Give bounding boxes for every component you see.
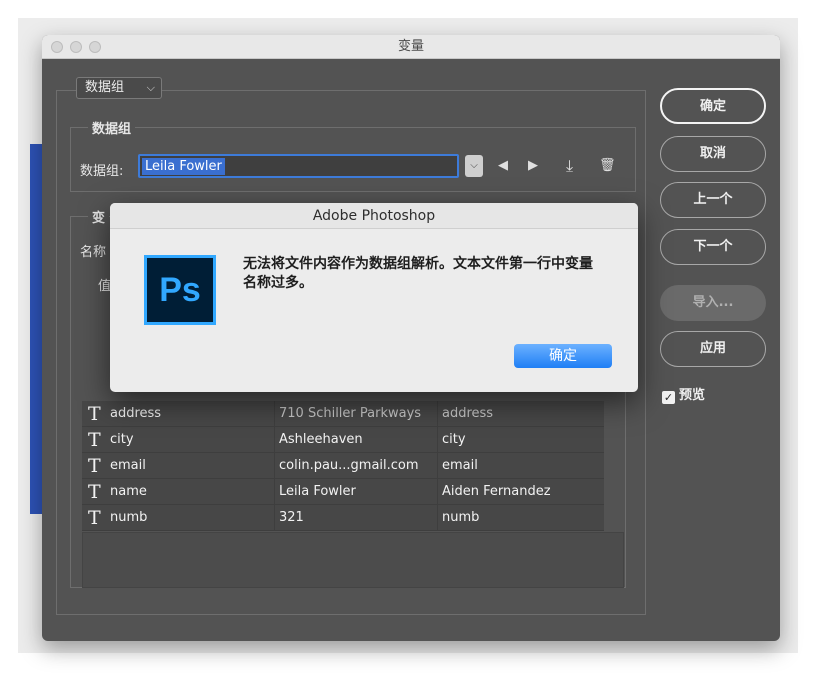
text-variable-icon: T [88,507,101,529]
mode-dropdown[interactable]: 数据组 ⌵ [76,77,162,99]
cancel-button[interactable]: 取消 [660,136,766,172]
dataset-name-selected-text: Leila Fowler [142,158,225,175]
row-value: Leila Fowler [274,479,437,505]
row-variable-name: name [110,484,147,499]
row-value: 321 [274,505,437,531]
dataset-combo-arrow-button[interactable]: ⌵ [465,155,483,177]
checkmark-icon: ✓ [662,391,675,404]
table-empty-area [82,532,624,588]
alert-ok-button[interactable]: 确定 [514,344,612,368]
apply-button[interactable]: 应用 [660,331,766,367]
text-variable-icon: T [88,455,101,477]
preview-checkbox[interactable]: ✓ 预览 [662,384,705,404]
preview-label: 预览 [679,388,706,403]
import-dataset-icon[interactable]: ⤓ [566,157,573,175]
photoshop-logo-icon: Ps [144,255,216,325]
variable-name-label: 名称 [80,245,107,260]
row-alt-value: numb [437,505,604,531]
mode-dropdown-value: 数据组 [85,80,125,95]
row-variable-name: numb [110,510,148,525]
prev-button[interactable]: 上一个 [660,182,766,218]
alert-title: Adobe Photoshop [110,203,638,229]
table-row[interactable]: T address 710 Schiller Parkways address [82,401,604,427]
text-variable-icon: T [88,481,101,503]
chevron-down-icon: ⌵ [146,81,155,94]
title-bar: 变量 [42,35,780,59]
alert-message: 无法将文件内容作为数据组解析。文本文件第一行中变量名称过多。 [243,256,593,291]
row-value: 710 Schiller Parkways [274,401,437,427]
dataset-field-label: 数据组: [80,164,124,179]
prev-dataset-icon[interactable]: ◀ [498,157,508,175]
text-variable-icon: T [88,403,101,425]
row-alt-value: email [437,453,604,479]
next-button[interactable]: 下一个 [660,229,766,265]
ok-button[interactable]: 确定 [660,88,766,124]
row-alt-value: Aiden Fernandez [437,479,604,505]
desktop: 变量 数据组 ⌵ 数据组 数据组: Leila Fowler ⌵ ◀ ▶ ⤓ 🗑… [0,0,816,674]
variables-group-legend: 变 [88,207,110,226]
alert-dialog: Adobe Photoshop Ps 无法将文件内容作为数据组解析。文本文件第一… [110,203,638,392]
row-alt-value: address [437,401,604,427]
row-variable-name: city [110,432,134,447]
text-variable-icon: T [88,429,101,451]
chevron-down-icon: ⌵ [470,160,478,171]
table-row[interactable]: T city Ashleehaven city [82,427,604,453]
dataset-name-input[interactable]: Leila Fowler [138,154,459,178]
row-variable-name: email [110,458,146,473]
row-alt-value: city [437,427,604,453]
row-value: Ashleehaven [274,427,437,453]
row-value: colin.pau...gmail.com [274,453,437,479]
window-title: 变量 [397,39,424,54]
table-row[interactable]: T email colin.pau...gmail.com email [82,453,604,479]
import-button[interactable]: 导入... [660,285,766,321]
next-dataset-icon[interactable]: ▶ [528,157,538,175]
photoshop-logo-text: Ps [159,271,201,309]
dataset-group-legend: 数据组 [88,118,136,137]
row-variable-name: address [110,406,162,421]
table-row[interactable]: T name Leila Fowler Aiden Fernandez [82,479,604,505]
background-blue-edge [30,144,42,514]
table-row[interactable]: T numb 321 numb [82,505,604,531]
trash-icon[interactable]: 🗑 [599,157,616,175]
